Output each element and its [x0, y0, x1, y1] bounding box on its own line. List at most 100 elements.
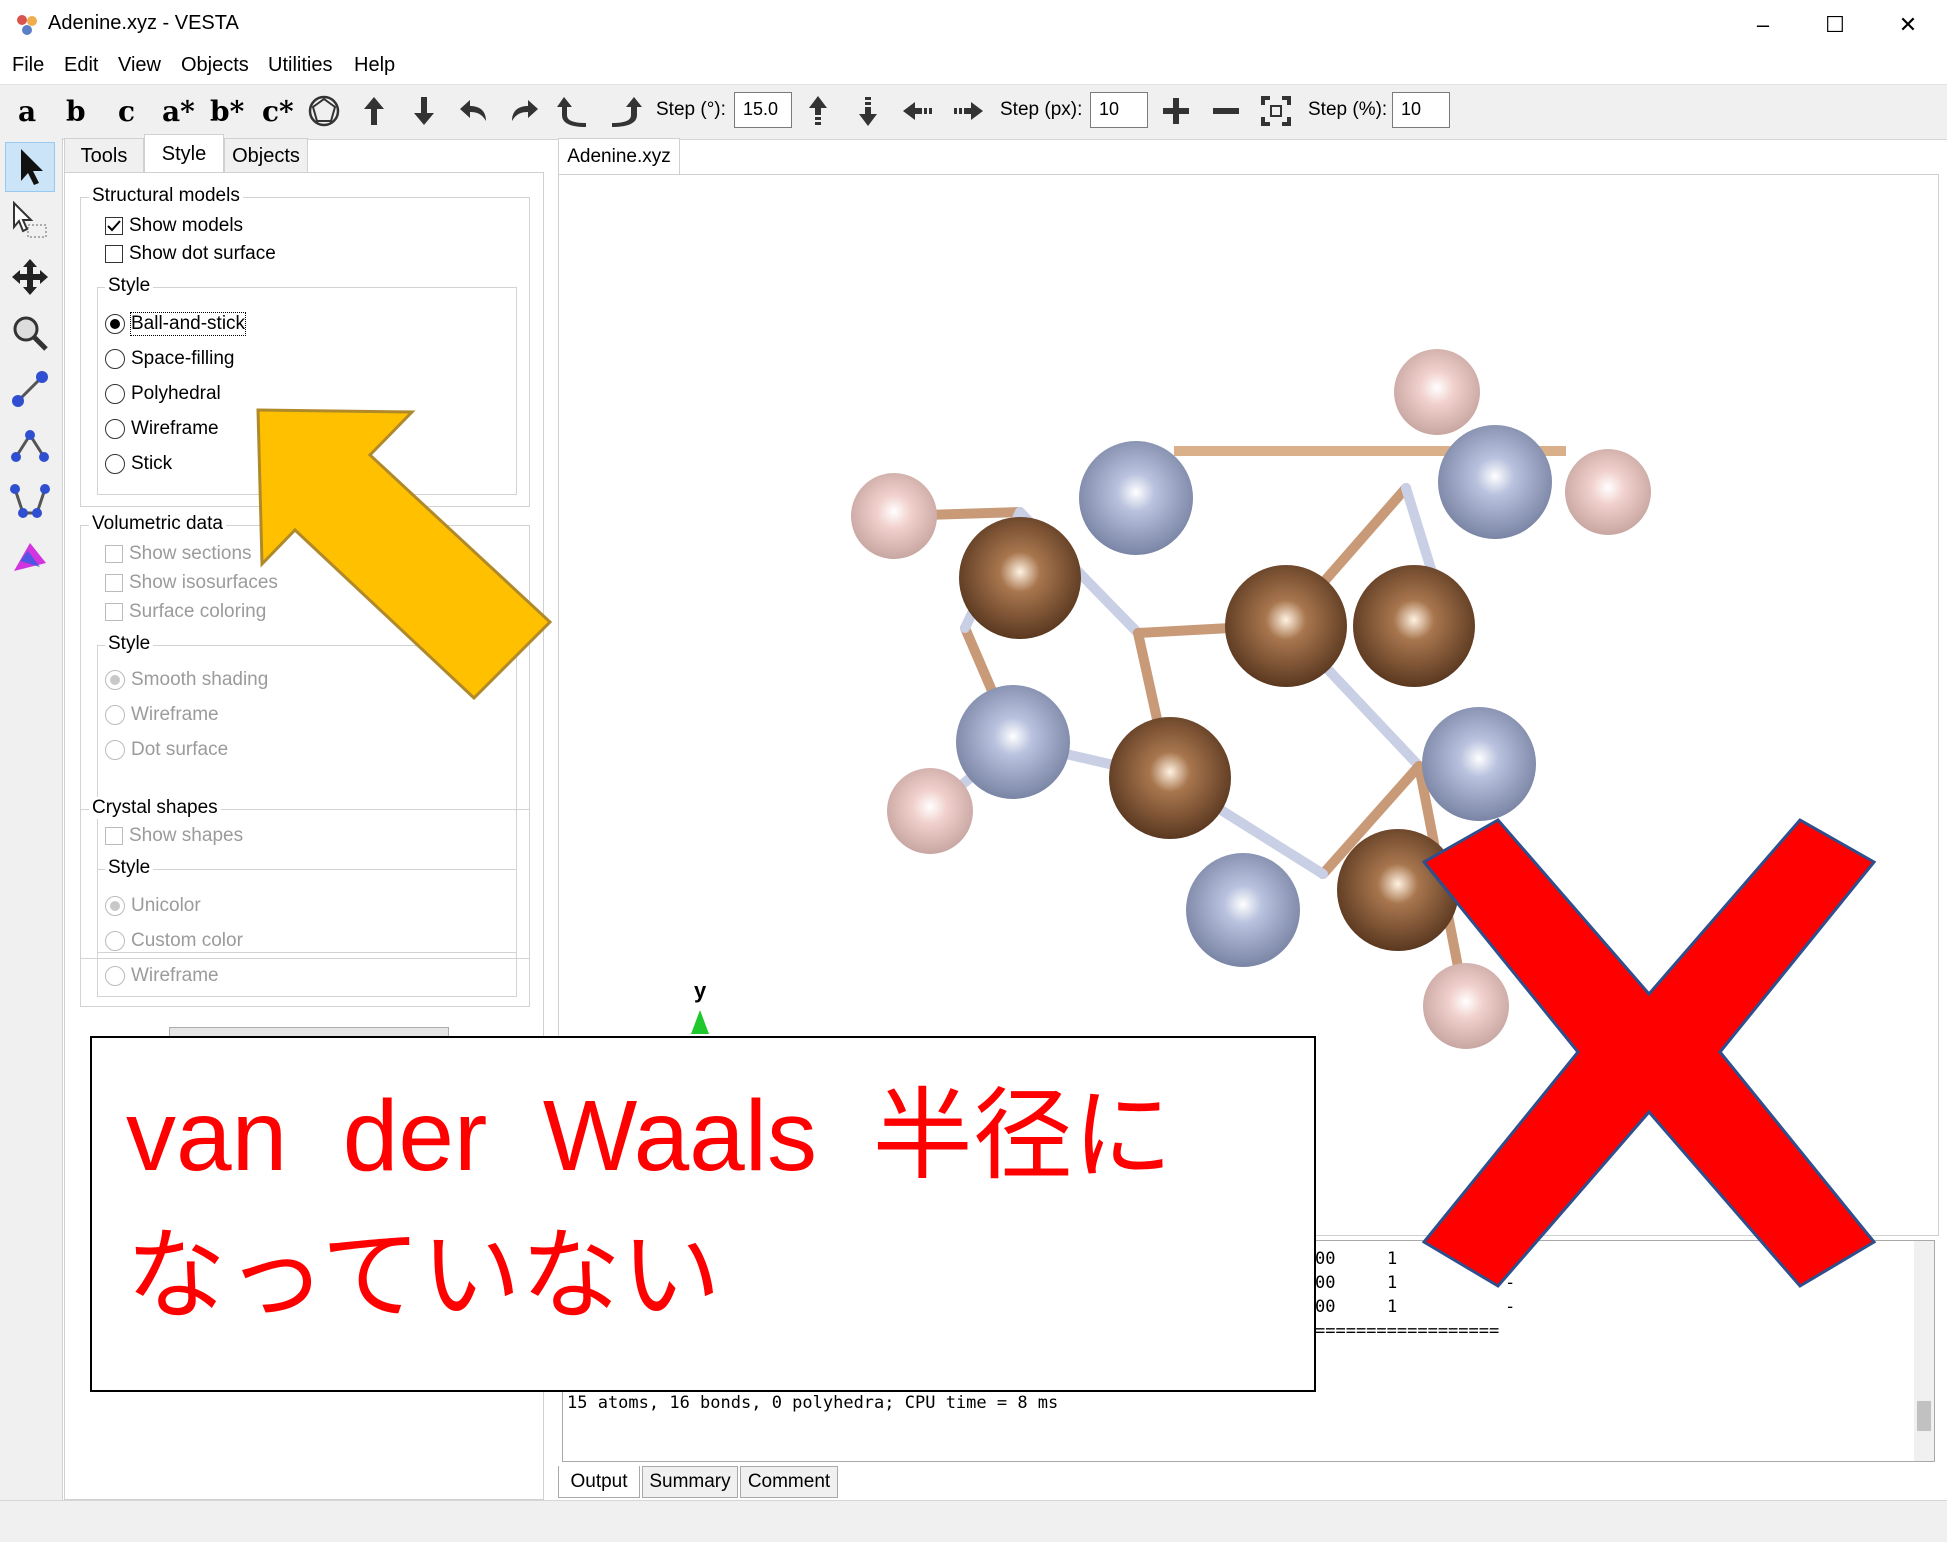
distance-tool-button[interactable] [5, 364, 55, 414]
translate-left-icon[interactable] [900, 93, 936, 129]
menu-view[interactable]: View [118, 54, 161, 77]
view-along-a-star-button[interactable]: a* [162, 95, 195, 128]
translate-up-icon[interactable] [800, 93, 836, 129]
step-percent-input[interactable]: 10 [1392, 92, 1450, 128]
show-sections-checkbox[interactable]: Show sections [105, 543, 252, 565]
style-space-filling-radio[interactable]: Space-filling [105, 348, 235, 370]
polyhedral-radio-dot[interactable] [105, 384, 125, 404]
volumetric-wireframe-radio[interactable]: Wireframe [105, 704, 219, 726]
show-models-label: Show models [129, 215, 244, 236]
show-shapes-checkbox[interactable]: Show shapes [105, 825, 243, 847]
show-dot-surface-check[interactable] [105, 245, 123, 263]
custom-color-radio[interactable]: Custom color [105, 930, 243, 952]
show-sections-label: Show sections [129, 543, 252, 564]
view-along-c-button[interactable]: c [118, 95, 135, 128]
minimize-button[interactable]: – [1733, 6, 1793, 44]
maximize-button[interactable]: ☐ [1805, 6, 1865, 44]
document-tab[interactable]: Adenine.xyz [558, 138, 680, 174]
rotate-left-icon[interactable] [456, 93, 492, 129]
rotate-right-icon[interactable] [506, 93, 542, 129]
console-row-2-col-1: 00 [1315, 1273, 1336, 1293]
rotate-cw-icon[interactable] [606, 93, 642, 129]
view-along-c-star-button[interactable]: c* [262, 95, 294, 128]
step-px-input[interactable]: 10 [1090, 92, 1148, 128]
style-polyhedral-radio[interactable]: Polyhedral [105, 383, 221, 405]
ball-and-stick-label: Ball-and-stick [129, 312, 247, 336]
structural-models-title: Structural models [89, 185, 243, 207]
close-button[interactable]: ✕ [1878, 6, 1938, 44]
y-axis-label: y [694, 978, 707, 1003]
unicolor-radio[interactable]: Unicolor [105, 895, 201, 917]
unicolor-radio-dot[interactable] [105, 896, 125, 916]
crystal-wireframe-radio-dot[interactable] [105, 966, 125, 986]
annotation-callout-box: van der Waals 半径に なっていない [90, 1036, 1316, 1392]
dihedral-tool-button[interactable] [5, 476, 55, 526]
volumetric-wireframe-radio-dot[interactable] [105, 705, 125, 725]
menu-edit[interactable]: Edit [64, 54, 98, 77]
zoom-tool-button[interactable] [5, 308, 55, 358]
custom-color-radio-dot[interactable] [105, 931, 125, 951]
console-scrollbar[interactable] [1914, 1241, 1934, 1461]
cursor-arrow-icon [21, 149, 43, 185]
fit-to-screen-icon[interactable] [1258, 93, 1294, 129]
angle-tool-button[interactable] [5, 420, 55, 470]
crystal-wireframe-radio[interactable]: Wireframe [105, 965, 219, 987]
main-toolbar: a b c a* b* c* Step (°): 15.0 Step (px):… [0, 84, 1947, 140]
rotate-ccw-icon[interactable] [556, 93, 592, 129]
dot-surface-radio[interactable]: Dot surface [105, 739, 228, 761]
smooth-shading-radio[interactable]: Smooth shading [105, 669, 268, 691]
rotate-up-icon[interactable] [356, 93, 392, 129]
wireframe-radio-dot[interactable] [105, 419, 125, 439]
console-row-3-col-2: 1 [1387, 1297, 1398, 1317]
show-shapes-check[interactable] [105, 827, 123, 845]
translate-down-icon[interactable] [850, 93, 886, 129]
ball-and-stick-radio-dot[interactable] [105, 314, 125, 334]
space-filling-radio-dot[interactable] [105, 349, 125, 369]
nitrogen-atom [1186, 853, 1300, 967]
nitrogen-atom [1079, 441, 1193, 555]
select-tool-button[interactable] [5, 142, 55, 192]
zoom-in-icon[interactable] [1158, 93, 1194, 129]
step-degree-input[interactable]: 15.0 [734, 92, 792, 128]
standard-orientation-icon[interactable] [306, 93, 342, 129]
show-sections-check[interactable] [105, 545, 123, 563]
show-models-checkbox[interactable]: Show models [105, 215, 243, 237]
view-along-b-button[interactable]: b [66, 95, 86, 128]
translate-right-icon[interactable] [950, 93, 986, 129]
tab-comment[interactable]: Comment [740, 1466, 838, 1498]
console-separator: ================== [1315, 1321, 1500, 1341]
menu-help[interactable]: Help [354, 54, 395, 77]
menu-objects[interactable]: Objects [181, 54, 249, 77]
rubber-band-select-button[interactable] [5, 196, 55, 246]
stick-radio-dot[interactable] [105, 454, 125, 474]
surface-coloring-check[interactable] [105, 603, 123, 621]
lattice-plane-icon [14, 543, 46, 571]
view-along-b-star-button[interactable]: b* [210, 95, 244, 128]
space-filling-label: Space-filling [131, 348, 235, 369]
tab-output[interactable]: Output [558, 1466, 640, 1498]
dot-surface-radio-dot[interactable] [105, 740, 125, 760]
tab-style[interactable]: Style [144, 134, 224, 174]
surface-coloring-checkbox[interactable]: Surface coloring [105, 601, 266, 623]
show-isosurfaces-check[interactable] [105, 574, 123, 592]
smooth-shading-radio-dot[interactable] [105, 670, 125, 690]
menu-utilities[interactable]: Utilities [268, 54, 332, 77]
tab-tools[interactable]: Tools [64, 138, 144, 174]
annotation-line-1: van der Waals 半径に [126, 1080, 1173, 1192]
tab-objects[interactable]: Objects [224, 138, 308, 174]
menu-file[interactable]: File [12, 54, 44, 77]
style-ball-and-stick-radio[interactable]: Ball-and-stick [105, 312, 247, 336]
tab-summary[interactable]: Summary [642, 1466, 738, 1498]
view-along-a-button[interactable]: a [18, 95, 36, 128]
style-wireframe-radio[interactable]: Wireframe [105, 418, 219, 440]
scrollbar-thumb[interactable] [1917, 1401, 1931, 1431]
show-models-check[interactable] [105, 217, 123, 235]
rotate-down-icon[interactable] [406, 93, 442, 129]
unicolor-label: Unicolor [131, 895, 201, 916]
translate-tool-button[interactable] [5, 252, 55, 302]
lattice-plane-tool-button[interactable] [5, 532, 55, 582]
zoom-out-icon[interactable] [1208, 93, 1244, 129]
show-dot-surface-label: Show dot surface [129, 243, 276, 264]
style-stick-radio[interactable]: Stick [105, 453, 172, 475]
show-dot-surface-checkbox[interactable]: Show dot surface [105, 243, 276, 265]
